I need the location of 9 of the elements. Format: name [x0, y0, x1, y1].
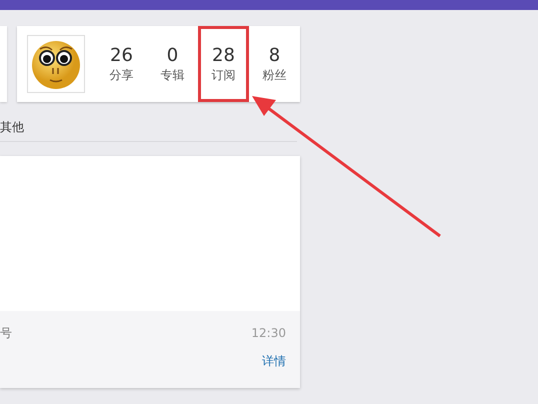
stat-item[interactable]: 8 粉丝: [249, 26, 300, 102]
section-title: 其他: [0, 119, 25, 136]
stat-item[interactable]: 0 专辑: [147, 26, 198, 102]
details-link[interactable]: 详情: [262, 353, 286, 369]
stat-item[interactable]: 26 分享: [96, 26, 147, 102]
highlighted-stat[interactable]: 28 订阅: [198, 26, 249, 102]
avatar-drawing: [27, 35, 85, 93]
post-source: 号: [0, 325, 12, 341]
post-time: 12:30: [251, 325, 286, 341]
